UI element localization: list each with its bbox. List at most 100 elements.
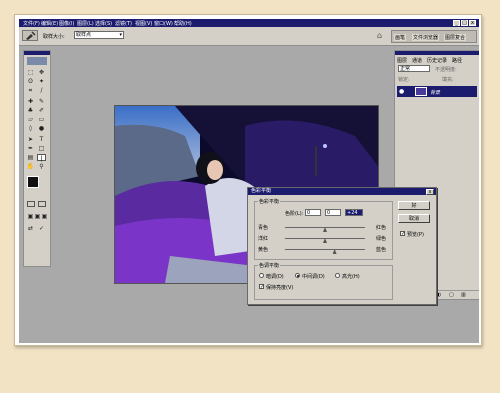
midtones-radio[interactable] [295,273,300,278]
toolbox-title-bar [24,51,50,55]
highlights-radio[interactable] [335,273,340,278]
quick-mask-icon[interactable] [38,201,46,207]
photoshop-window: 文件(F) 编辑(E) 图像(I) 图层(L) 选择(S) 滤镜(T) 视图(V… [19,19,479,343]
palette-title-bar [395,51,479,55]
layer-name: 背景 [430,90,441,96]
sample-size-select[interactable]: 取样点 ▾ [74,31,124,39]
screen-mode-full-icon[interactable]: ▣ [40,213,49,220]
slider-right-label-red: 红色 [376,225,387,231]
lock-label: 锁定: [398,77,410,83]
level-cyan-red-input[interactable]: 0 [305,209,321,216]
crop-tool-icon[interactable]: ⌗ [26,87,35,94]
tab-paths[interactable]: 路径 [452,57,462,64]
level-yellow-blue-input[interactable]: +24 [345,209,363,216]
opacity-label: 不透明度: [435,67,457,73]
dialog-title: 色彩平衡 [251,188,272,194]
tab-layers[interactable]: 图层 [397,57,407,64]
shadows-label: 暗调(D) [266,274,284,280]
tool-preset-picker[interactable] [22,30,38,41]
eyedropper-tool-icon[interactable]: ǀ [37,154,46,162]
layer-row-background[interactable]: ● 背景 [397,86,477,97]
hand-tool-icon[interactable]: ✋ [26,163,35,170]
menu-file[interactable]: 文件(F) [23,20,40,27]
ok-button[interactable]: 好 [398,201,430,210]
yellow-blue-slider-track[interactable] [285,249,365,250]
dodge-tool-icon[interactable]: ● [37,125,46,132]
palette-well: 画笔 文件浏览器 图层复合 [391,30,477,43]
move-tool-icon[interactable]: ✥ [37,69,46,76]
slider-left-label-yellow: 黄色 [258,247,269,253]
menu-select[interactable]: 选择(S) [95,20,112,27]
notes-tool-icon[interactable]: ▤ [26,154,35,161]
menu-filter[interactable]: 滤镜(T) [115,20,132,27]
lasso-tool-icon[interactable]: ʘ [26,78,35,85]
pen-tool-icon[interactable]: ✒ [26,145,35,152]
eraser-tool-icon[interactable]: ▱ [26,116,35,123]
tone-balance-group: 色调平衡 暗调(D) 中间调(D) 高光(H) ✓ 保持亮度(V) [254,262,393,300]
brush-tool-icon[interactable]: ✎ [37,98,46,105]
jump-icon[interactable]: ✓ [37,225,46,232]
history-brush-icon[interactable]: ✐ [37,107,46,114]
new-layer-icon[interactable]: ▢ [449,292,454,298]
toolbox: ⬚ ✥ ʘ ✦ ⌗ / ✚ ✎ ♣ ✐ ▱ ▭ ◊ ● ➤ T ✒ □ ▤ ǀ … [23,50,51,267]
eye-icon[interactable]: ● [399,88,404,95]
slider-left-label-cyan: 青色 [258,225,269,231]
trash-icon[interactable]: ▥ [461,292,466,298]
menu-bar: 文件(F) 编辑(E) 图像(I) 图层(L) 选择(S) 滤镜(T) 视图(V… [19,19,479,27]
menu-help[interactable]: 帮助(H) [174,20,192,27]
fill-label: 填充: [442,77,454,83]
tab-file-browser[interactable]: 文件浏览器 [412,34,440,41]
menu-window[interactable]: 窗口(W) [154,20,173,27]
tab-layer-comps[interactable]: 图层复合 [444,34,467,41]
menu-layer[interactable]: 图层(L) [77,20,94,27]
dialog-title-bar: 色彩平衡 [248,188,436,195]
tab-brushes[interactable]: 画笔 [394,34,407,41]
highlights-label: 高光(H) [342,274,360,280]
menu-edit[interactable]: 编辑(E) [41,20,58,27]
preserve-luminosity-checkbox[interactable]: ✓ [259,284,264,290]
preserve-luminosity-label: 保持亮度(V) [266,285,294,291]
chevron-down-icon: ▾ [119,32,122,38]
imageready-icon[interactable]: ⇄ [26,225,35,232]
sample-size-value: 取样点 [76,32,92,38]
maximize-button[interactable]: □ [461,20,468,26]
cancel-button[interactable]: 取消 [398,214,430,223]
path-select-icon[interactable]: ➤ [26,136,35,143]
layer-thumbnail [415,87,427,96]
standard-mode-icon[interactable] [27,201,35,207]
shadows-radio[interactable] [259,273,264,278]
options-bar: 取样大小: 取样点 ▾ ⌂ 画笔 文件浏览器 图层复合 [19,27,479,46]
blend-mode-select[interactable]: 正常 [398,65,430,72]
adjustment-layer-icon[interactable]: ◐ [437,292,441,298]
slice-tool-icon[interactable]: / [37,87,46,94]
color-balance-group: 色彩平衡 色阶(L): 0 0 +24 青色 红色 洋红 绿色 黄色 蓝色 [254,198,393,260]
menu-view[interactable]: 视图(V) [135,20,152,27]
eyedropper-icon [26,31,36,40]
midtones-label: 中间调(D) [302,274,325,280]
gradient-tool-icon[interactable]: ▭ [37,116,46,123]
levels-label: 色阶(L): [285,211,304,217]
preview-label: 预览(P) [407,232,424,238]
clone-stamp-icon[interactable]: ♣ [26,107,35,114]
dialog-close-button[interactable]: x [426,189,434,195]
blur-tool-icon[interactable]: ◊ [26,125,35,132]
color-balance-dialog: 色彩平衡 x 色彩平衡 色阶(L): 0 0 +24 青色 红色 洋红 绿色 黄… [247,187,437,305]
foreground-color-swatch[interactable] [27,176,39,188]
healing-brush-icon[interactable]: ✚ [26,98,35,105]
marquee-tool-icon[interactable]: ⬚ [26,69,35,76]
close-window-button[interactable]: x [469,20,476,26]
magic-wand-icon[interactable]: ✦ [37,78,46,85]
menu-image[interactable]: 图像(I) [59,20,74,27]
shape-tool-icon[interactable]: □ [37,145,46,152]
level-magenta-green-input[interactable]: 0 [325,209,341,216]
slider-left-label-magenta: 洋红 [258,236,269,242]
tab-history[interactable]: 历史记录 [427,57,447,64]
minimize-button[interactable]: _ [453,20,460,26]
preview-checkbox[interactable]: ✓ [400,231,405,237]
type-tool-icon[interactable]: T [37,136,46,143]
slider-right-label-green: 绿色 [376,236,387,242]
zoom-tool-icon[interactable]: ⚲ [37,163,46,170]
color-balance-group-label: 色彩平衡 [258,198,281,205]
palette-well-icon[interactable]: ⌂ [377,31,382,40]
tab-channels[interactable]: 通道 [412,57,422,64]
